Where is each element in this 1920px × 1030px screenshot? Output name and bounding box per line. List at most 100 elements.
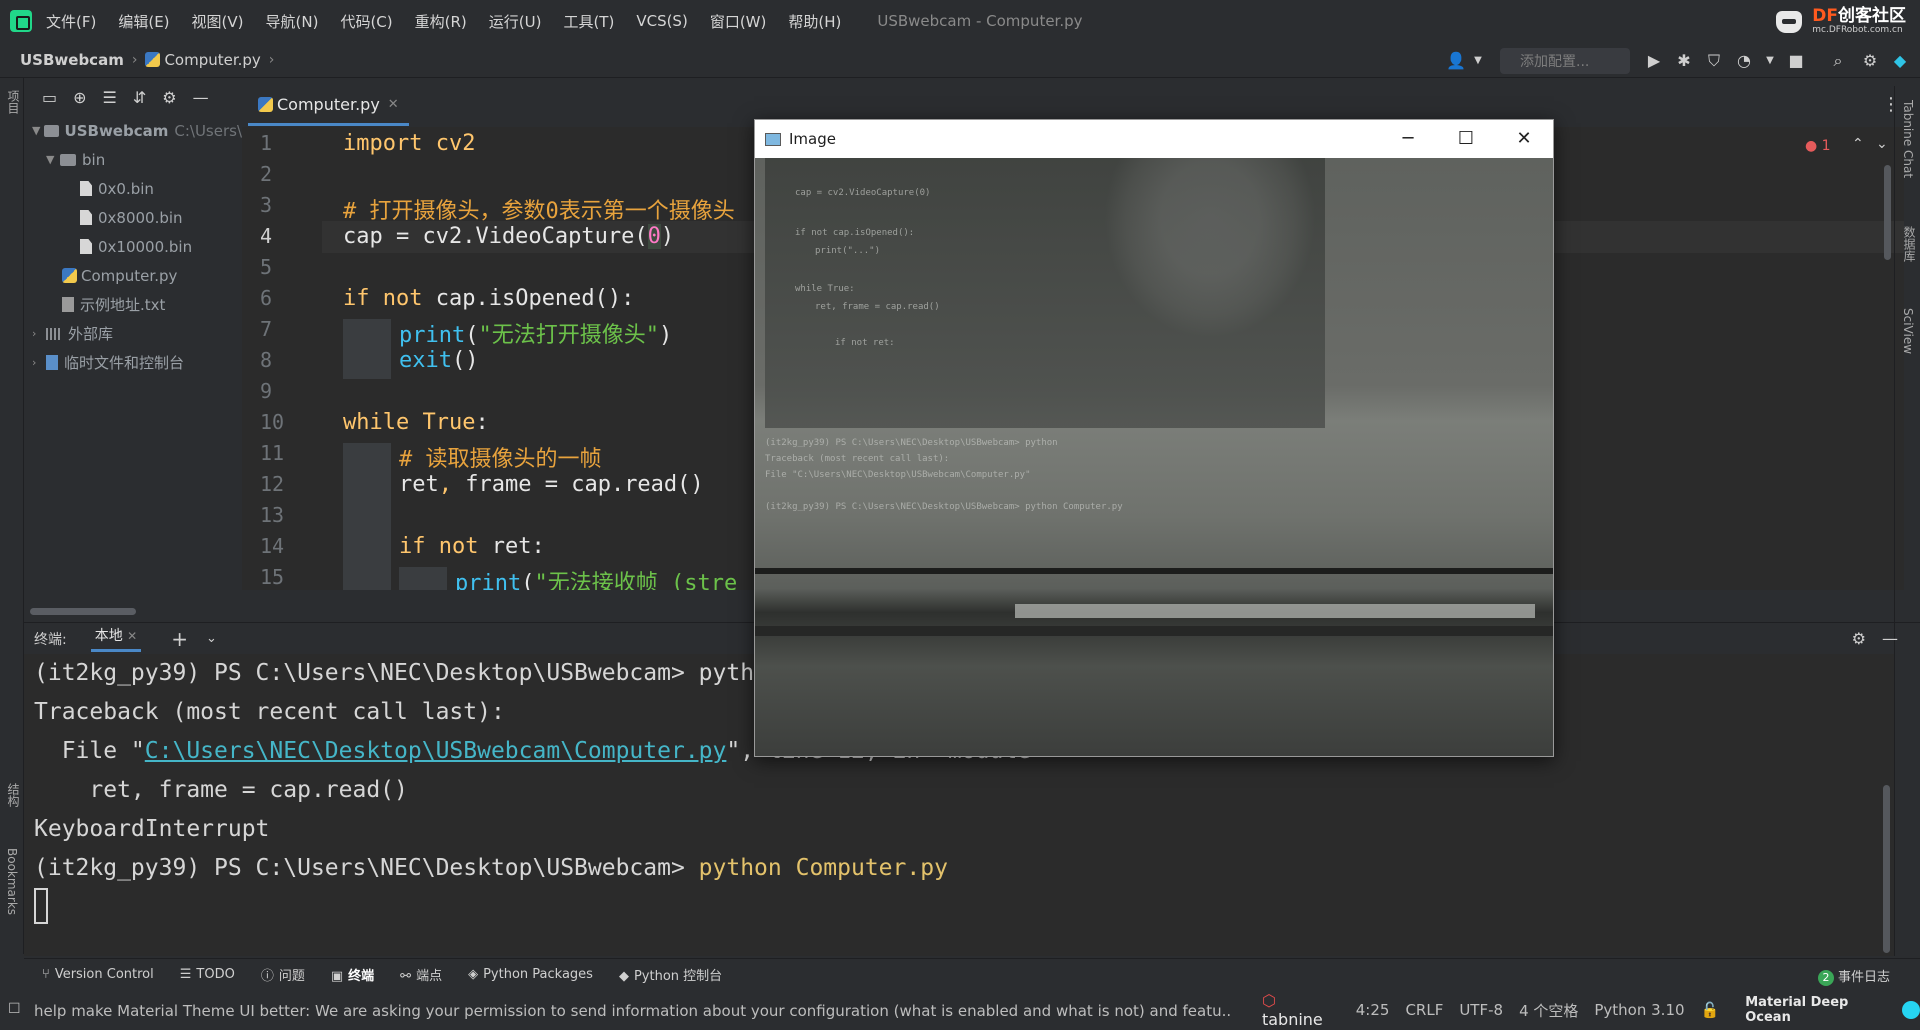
chevron-right-icon[interactable]: › (32, 327, 46, 340)
line-number: 14 (260, 534, 285, 558)
status-message[interactable]: help make Material Theme UI better: We a… (34, 1000, 1232, 1021)
chevron-right-icon[interactable]: › (32, 356, 46, 369)
maximize-icon[interactable]: ☐ (1437, 120, 1495, 158)
window-title: USBwebcam - Computer.py (877, 12, 1083, 30)
project-view-icon[interactable]: ▭ (42, 88, 57, 107)
menu-run[interactable]: 运行(U) (489, 11, 542, 32)
file-encoding[interactable]: UTF-8 (1459, 1001, 1503, 1019)
indent-setting[interactable]: 4 个空格 (1519, 1000, 1578, 1021)
chevron-down-icon[interactable]: ▼ (46, 153, 60, 166)
sciview-tool-button[interactable]: SciView (1901, 308, 1915, 354)
close-icon[interactable]: ✕ (127, 629, 137, 643)
terminal-vertical-scrollbar[interactable] (1883, 785, 1890, 953)
status-panel-toggle-icon[interactable]: ☐ (8, 1001, 21, 1017)
menu-refactor[interactable]: 重构(R) (415, 11, 467, 32)
theme-name[interactable]: Material Deep Ocean (1745, 995, 1894, 1025)
user-icon[interactable]: 👤 (1444, 49, 1468, 73)
hide-panel-icon[interactable]: — (193, 88, 209, 107)
tabnine-status[interactable]: tabnine (1262, 991, 1340, 1029)
menu-help[interactable]: 帮助(H) (788, 11, 841, 32)
text-file-icon (62, 297, 74, 312)
menu-navigate[interactable]: 导航(N) (266, 11, 319, 32)
tree-item-txt[interactable]: 示例地址.txt (24, 290, 242, 319)
close-icon[interactable]: ✕ (388, 97, 399, 112)
tabnine-chat-tool-button[interactable]: Tabnine Chat (1901, 100, 1915, 178)
caret-position[interactable]: 4:25 (1356, 1001, 1390, 1019)
tree-item-scratches[interactable]: › 临时文件和控制台 (24, 348, 242, 377)
lock-icon[interactable]: 🔓 (1701, 1001, 1720, 1019)
error-count-badge[interactable]: ● 1 (1805, 138, 1831, 154)
code-line-15: print("无法接收帧 (stre (455, 571, 738, 590)
menu-bar: 文件(F) 编辑(E) 视图(V) 导航(N) 代码(C) 重构(R) 运行(U… (0, 0, 1920, 42)
breadcrumb-file[interactable]: Computer.py (164, 51, 260, 69)
add-terminal-icon[interactable]: + (171, 627, 188, 651)
traceback-file-link[interactable]: C:\Users\NEC\Desktop\USBwebcam\Computer.… (145, 738, 727, 764)
menu-edit[interactable]: 编辑(E) (118, 11, 169, 32)
locate-file-icon[interactable]: ⊕ (73, 88, 86, 107)
pycharm-app-icon[interactable] (10, 10, 32, 32)
debug-icon[interactable]: ✱ (1672, 49, 1696, 73)
structure-tool-button[interactable]: 结构 (5, 783, 22, 807)
code-line-8: exit() (399, 348, 479, 373)
profile-icon[interactable]: ◔ (1732, 49, 1756, 73)
menu-vcs[interactable]: VCS(S) (636, 12, 687, 30)
tab-computer-py[interactable]: Computer.py ✕ (248, 86, 409, 126)
plugin-icon[interactable]: ◆ (1888, 49, 1912, 73)
menu-file[interactable]: 文件(F) (46, 11, 96, 32)
project-tool-button[interactable]: 项目 (5, 90, 22, 114)
opencv-image-window[interactable]: Image ─ ☐ ✕ cap = cv2.VideoCapture(0) if… (754, 119, 1554, 757)
menu-tools[interactable]: 工具(T) (563, 11, 614, 32)
chevron-down-icon[interactable]: ▼ (32, 124, 44, 137)
bookmarks-tool-button[interactable]: Bookmarks (5, 848, 19, 915)
project-horizontal-scrollbar[interactable] (30, 608, 136, 615)
tool-terminal[interactable]: ▣ 终端 (331, 965, 374, 984)
tree-item-file[interactable]: 0x10000.bin (24, 232, 242, 261)
run-icon[interactable]: ▶ (1642, 49, 1666, 73)
python-interpreter[interactable]: Python 3.10 (1594, 1001, 1684, 1019)
line-separator[interactable]: CRLF (1405, 1001, 1443, 1019)
tool-todo[interactable]: ☰ TODO (180, 967, 235, 982)
search-icon[interactable]: ⌕ (1826, 49, 1850, 73)
tool-problems[interactable]: ⓘ 问题 (261, 965, 305, 984)
chevron-down-icon[interactable]: ▼ (1466, 49, 1490, 73)
menu-code[interactable]: 代码(C) (340, 11, 392, 32)
minimize-icon[interactable]: ─ (1379, 120, 1437, 158)
editor-vertical-scrollbar[interactable] (1884, 165, 1891, 260)
more-run-chevron-icon[interactable]: ▼ (1758, 49, 1782, 73)
folder-icon (60, 153, 76, 166)
next-error-chevron-icon[interactable]: ⌄ (1876, 136, 1888, 152)
tool-version-control[interactable]: ⑂ Version Control (42, 967, 154, 982)
line-number: 4 (260, 224, 273, 248)
database-tool-button[interactable]: 数据库 (1901, 226, 1918, 262)
tool-python-packages[interactable]: ◈ Python Packages (468, 967, 593, 982)
menu-window[interactable]: 窗口(W) (710, 11, 767, 32)
library-icon (46, 327, 62, 340)
tree-root[interactable]: ▼ USBwebcam C:\Users\ (24, 116, 242, 145)
breadcrumb-project[interactable]: USBwebcam (20, 51, 124, 69)
settings-gear-icon[interactable]: ⚙ (1858, 49, 1882, 73)
tree-item-file[interactable]: 0x8000.bin (24, 203, 242, 232)
tree-item-file[interactable]: 0x0.bin (24, 174, 242, 203)
event-log-button[interactable]: 2 事件日志 (1817, 966, 1890, 986)
previous-error-chevron-icon[interactable]: ⌃ (1852, 136, 1864, 152)
theme-indicator-icon[interactable] (1902, 1001, 1920, 1019)
terminal-cursor (34, 888, 48, 924)
run-configuration-selector[interactable]: 添加配置... (1500, 48, 1630, 74)
hide-terminal-icon[interactable]: — (1882, 629, 1898, 648)
terminal-tab-local[interactable]: 本地 ✕ (90, 625, 142, 652)
close-icon[interactable]: ✕ (1495, 120, 1553, 158)
tool-python-console[interactable]: ◆ Python 控制台 (619, 965, 722, 984)
stop-icon[interactable]: ■ (1784, 49, 1808, 73)
options-gear-icon[interactable]: ⚙ (162, 88, 176, 107)
tool-endpoints[interactable]: ⚯ 端点 (400, 965, 442, 984)
tree-item-computer-py[interactable]: Computer.py (24, 261, 242, 290)
coverage-icon[interactable]: ⛉ (1702, 49, 1726, 73)
expand-all-icon[interactable]: ☰ (103, 88, 117, 107)
dfrobot-logo: DF创客社区 mc.DFRobot.com.cn (1772, 4, 1906, 40)
terminal-settings-gear-icon[interactable]: ⚙ (1852, 629, 1866, 648)
tree-item-external-libraries[interactable]: › 外部库 (24, 319, 242, 348)
chevron-down-icon[interactable]: ⌄ (206, 631, 217, 646)
menu-view[interactable]: 视图(V) (192, 11, 244, 32)
collapse-all-icon[interactable]: ⇵ (133, 88, 146, 107)
tree-item-bin[interactable]: ▼ bin (24, 145, 242, 174)
